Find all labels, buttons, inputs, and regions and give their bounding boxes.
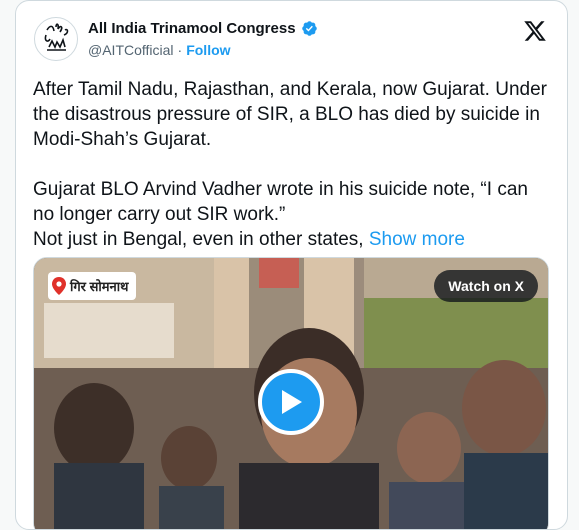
- author-handle-row: @AITCofficial · Follow: [88, 42, 231, 58]
- author-handle[interactable]: @AITCofficial: [88, 42, 174, 58]
- verified-badge-icon: [301, 21, 317, 36]
- x-logo-icon[interactable]: [523, 19, 547, 43]
- play-button[interactable]: [258, 369, 324, 435]
- handle-separator: ·: [177, 42, 183, 58]
- tweet-card[interactable]: All India Trinamool Congress @AITCoffici…: [15, 0, 568, 530]
- play-icon: [282, 390, 302, 414]
- tweet-paragraph-2: Gujarat BLO Arvind Vadher wrote in his s…: [33, 177, 553, 252]
- tweet-paragraph-2-line-2: Not just in Bengal, even in other states…: [33, 229, 369, 250]
- tweet-text: After Tamil Nadu, Rajasthan, and Kerala,…: [33, 77, 553, 252]
- trinamool-logo-icon: [44, 23, 69, 51]
- author-name-row: All India Trinamool Congress: [88, 20, 318, 37]
- follow-button[interactable]: Follow: [186, 42, 230, 58]
- author-display-name[interactable]: All India Trinamool Congress: [88, 20, 296, 37]
- location-label: गिर सोमनाथ: [70, 279, 129, 294]
- video-player[interactable]: गिर सोमनाथ Watch on X: [33, 257, 549, 529]
- tweet-paragraph-2-line-1: Gujarat BLO Arvind Vadher wrote in his s…: [33, 179, 528, 225]
- map-pin-icon: [52, 277, 66, 295]
- location-badge: गिर सोमनाथ: [48, 272, 137, 300]
- tweet-header: All India Trinamool Congress @AITCoffici…: [34, 17, 551, 65]
- watch-on-x-button[interactable]: Watch on X: [434, 270, 538, 302]
- show-more-link[interactable]: Show more: [369, 229, 465, 250]
- author-avatar[interactable]: [34, 17, 78, 61]
- tweet-paragraph-1: After Tamil Nadu, Rajasthan, and Kerala,…: [33, 79, 547, 150]
